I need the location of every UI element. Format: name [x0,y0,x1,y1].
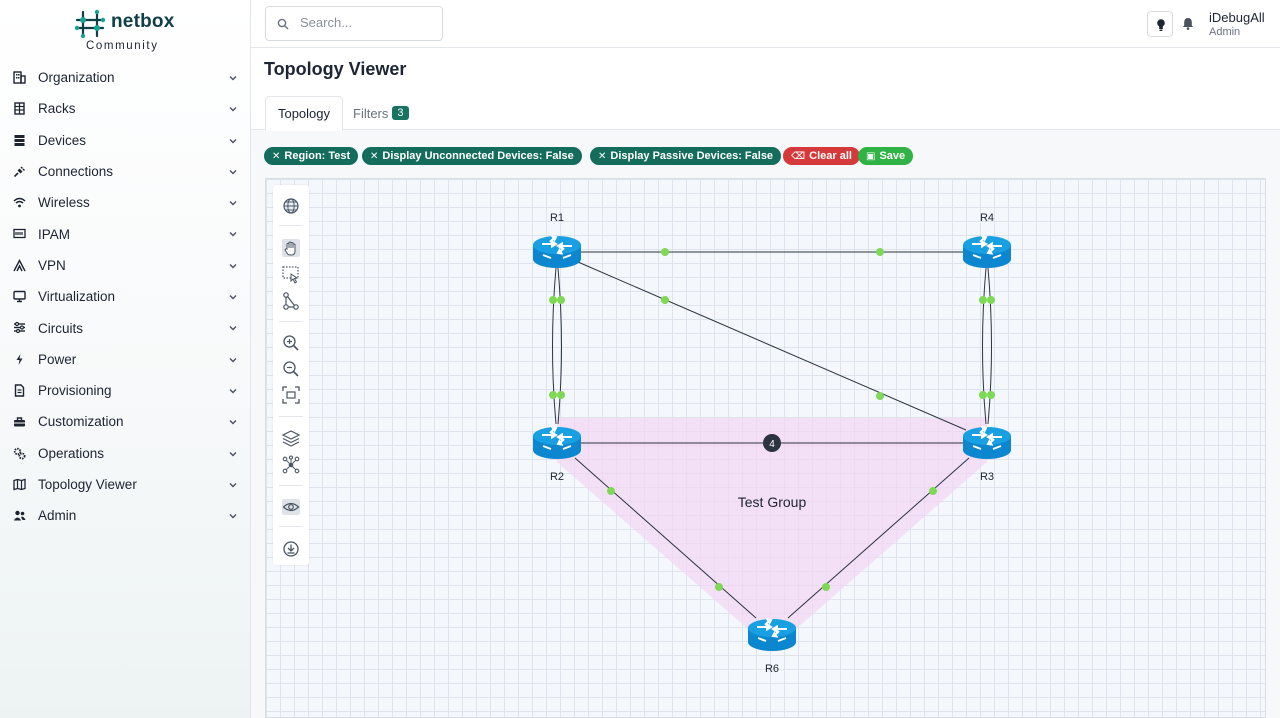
layers-icon[interactable] [281,428,301,448]
link-endpoint[interactable] [822,583,830,591]
router-icon [747,618,797,652]
eye-icon[interactable] [281,497,301,517]
edges-icon[interactable] [281,291,301,311]
node-label-r2: R2 [550,471,564,483]
router-icon [532,426,582,460]
node-r6[interactable] [747,618,797,652]
select-box-icon[interactable] [281,265,301,285]
link-count-badge[interactable]: 4 [763,434,781,452]
node-graph-icon[interactable] [281,455,301,475]
globe-icon[interactable] [281,196,301,216]
link-endpoint[interactable] [557,391,565,399]
node-r3[interactable] [962,426,1012,460]
router-icon [962,426,1012,460]
router-icon [962,235,1012,269]
link-endpoint[interactable] [661,296,669,304]
link-endpoint[interactable] [715,583,723,591]
link-r1-r2-b[interactable] [557,267,562,425]
link-endpoint[interactable] [979,296,987,304]
link-r4-r3-a[interactable] [982,267,987,425]
link-endpoint[interactable] [549,391,557,399]
node-label-r4: R4 [980,212,994,224]
link-endpoint[interactable] [987,296,995,304]
group-label: Test Group [738,494,807,510]
node-label-r6: R6 [765,663,779,675]
link-endpoint[interactable] [607,487,615,495]
toolbar-separator [279,416,303,417]
link-endpoint[interactable] [876,248,884,256]
link-r1-r2-a[interactable] [552,267,557,425]
toolbar-separator [279,225,303,226]
link-r1-r3[interactable] [577,261,967,431]
badge-count: 4 [769,439,775,450]
zoom-in-icon[interactable] [281,333,301,353]
link-endpoint[interactable] [987,391,995,399]
canvas-toolbar [273,185,309,565]
toolbar-separator [279,526,303,527]
toolbar-separator [279,321,303,322]
link-endpoint[interactable] [876,392,884,400]
node-label-r1: R1 [550,212,564,224]
node-label-r3: R3 [980,471,994,483]
pan-hand-icon[interactable] [281,238,301,258]
download-icon[interactable] [281,539,301,559]
link-endpoint[interactable] [929,487,937,495]
link-r4-r3-b[interactable] [987,267,992,425]
node-r1[interactable] [532,235,582,269]
toolbar-separator [279,485,303,486]
link-endpoint[interactable] [549,296,557,304]
node-r2[interactable] [532,426,582,460]
topology-graph[interactable]: Test Group 4 R1 R4 R2 R3 R6 [0,0,1280,718]
node-r4[interactable] [962,235,1012,269]
fit-screen-icon[interactable] [281,385,301,405]
link-endpoint[interactable] [661,248,669,256]
router-icon [532,235,582,269]
link-endpoint[interactable] [557,296,565,304]
link-endpoint[interactable] [979,391,987,399]
zoom-out-icon[interactable] [281,359,301,379]
group-area[interactable] [557,418,987,650]
